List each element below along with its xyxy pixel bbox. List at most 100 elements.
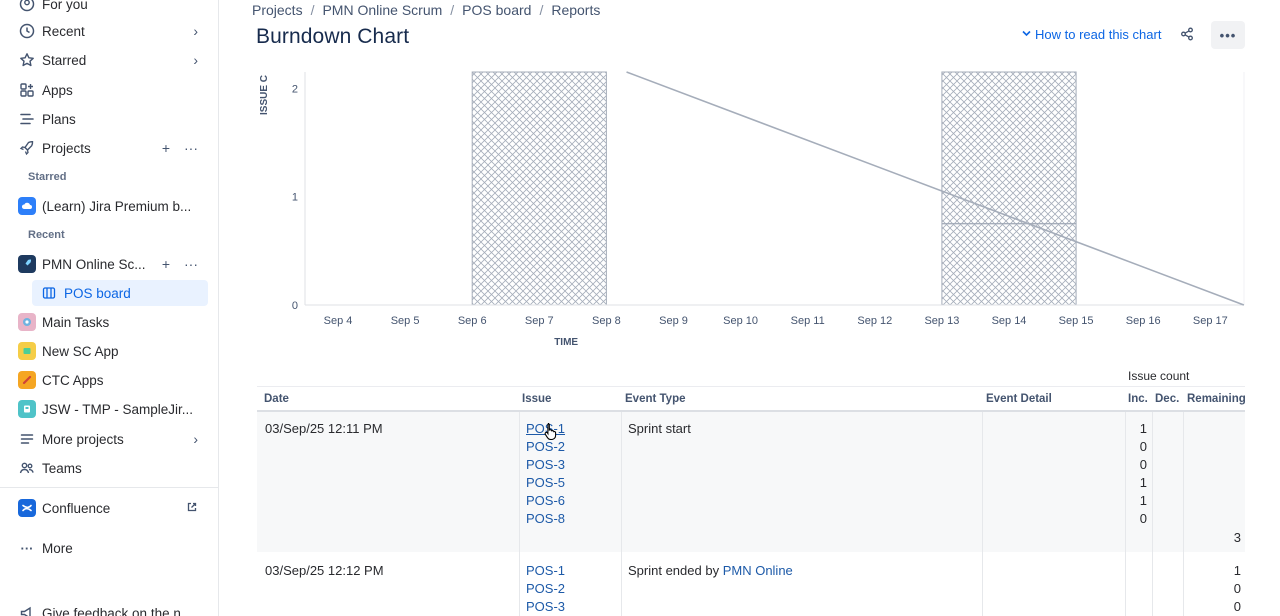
sidebar-project-new-sc-app[interactable]: New SC App: [10, 338, 208, 364]
event-type-text: Sprint ended by: [628, 563, 720, 578]
column-divider: [1183, 412, 1184, 616]
inc-value: 0: [1139, 511, 1147, 526]
project-avatar-icon: [18, 313, 36, 331]
plus-icon[interactable]: +: [162, 140, 170, 156]
sidebar-item-more-projects[interactable]: More projects ›: [10, 426, 208, 452]
x-tick-label: Sep 6: [458, 315, 487, 327]
sidebar-item-pos-board[interactable]: POS board: [32, 280, 208, 306]
sidebar-item-label: Recent: [42, 23, 85, 39]
remaining-value: 0: [1233, 599, 1241, 614]
sidebar-item-projects[interactable]: Projects + ···: [10, 135, 208, 161]
sidebar-item-label: Confluence: [42, 500, 111, 516]
remaining-value: 1: [1233, 563, 1241, 578]
user-link[interactable]: PMN Online: [723, 563, 793, 578]
sidebar-item-more[interactable]: ··· More: [10, 535, 208, 561]
sidebar-project-jsw-tmp[interactable]: JSW - TMP - SampleJir...: [10, 396, 208, 422]
breadcrumb: Projects / PMN Online Scrum / POS board …: [252, 2, 600, 18]
sidebar-item-confluence[interactable]: Confluence: [10, 495, 208, 521]
board-icon: [40, 284, 58, 302]
plus-icon[interactable]: +: [162, 256, 170, 272]
issue-link[interactable]: POS-5: [526, 475, 565, 490]
issue-link[interactable]: POS-2: [526, 581, 565, 596]
share-button[interactable]: [1172, 21, 1202, 49]
breadcrumb-projects[interactable]: Projects: [252, 2, 303, 18]
remaining-value: 3: [1233, 530, 1241, 545]
sidebar-project-learn-jira[interactable]: (Learn) Jira Premium b...: [10, 193, 208, 219]
x-tick-label: Sep 5: [391, 315, 420, 327]
x-tick-label: Sep 7: [525, 315, 554, 327]
how-to-read-chart-link[interactable]: How to read this chart: [1021, 27, 1161, 42]
issue-link[interactable]: POS-3: [526, 457, 565, 472]
sidebar-project-pmn-online-scrum[interactable]: PMN Online Sc... + ···: [10, 251, 208, 277]
sidebar: For you Recent › Starred › Apps Plans Pr…: [0, 0, 219, 616]
x-tick-label: Sep 14: [992, 315, 1027, 327]
column-header-remaining: Remaining: [1187, 393, 1246, 405]
issue-link[interactable]: POS-8: [526, 511, 565, 526]
row-date: 03/Sep/25 12:11 PM: [265, 421, 383, 436]
recent-heading: Recent: [28, 229, 65, 241]
burndown-chart: 0 1 2 Sep 4 Sep 5 Sep 6 Sep 7 Sep 8 Sep 9 Sep 10 S…: [259, 71, 1245, 348]
inc-value: 0: [1139, 457, 1147, 472]
chevron-right-icon[interactable]: ›: [193, 23, 198, 39]
column-header-event-type: Event Type: [625, 393, 686, 405]
issue-link[interactable]: POS-3: [526, 599, 565, 614]
y-tick-label: 1: [292, 192, 298, 204]
issue-link[interactable]: POS-1: [526, 563, 565, 578]
issue-link[interactable]: POS-2: [526, 439, 565, 454]
sidebar-item-starred[interactable]: Starred ›: [10, 47, 208, 73]
sidebar-item-label: More: [42, 540, 73, 556]
sidebar-item-label: (Learn) Jira Premium b...: [42, 198, 192, 214]
cloud-icon: [18, 197, 36, 215]
column-divider: [621, 412, 622, 616]
clock-icon: [18, 22, 36, 40]
issue-link[interactable]: POS-6: [526, 493, 565, 508]
sidebar-item-label: Main Tasks: [42, 314, 110, 330]
sidebar-item-teams[interactable]: Teams: [10, 455, 208, 481]
inc-value: 1: [1139, 493, 1147, 508]
sidebar-item-for-you[interactable]: For you: [10, 0, 208, 17]
sidebar-item-feedback[interactable]: Give feedback on the n...: [10, 600, 208, 616]
sidebar-item-label: Plans: [42, 111, 76, 127]
x-tick-label: Sep 17: [1193, 315, 1228, 327]
more-actions-button[interactable]: •••: [1211, 21, 1245, 49]
megaphone-icon: [18, 604, 36, 616]
sidebar-item-apps[interactable]: Apps: [10, 77, 208, 103]
issue-count-header: Issue count: [1128, 369, 1190, 383]
x-tick-label: Sep 16: [1126, 315, 1161, 327]
y-tick-label: 2: [292, 83, 298, 95]
chevron-down-icon: [1021, 27, 1032, 42]
more-icon[interactable]: ···: [184, 256, 198, 272]
breadcrumb-separator: /: [450, 2, 455, 18]
chevron-right-icon[interactable]: ›: [193, 52, 198, 68]
guideline-line: [626, 71, 1245, 306]
sidebar-item-plans[interactable]: Plans: [10, 106, 208, 132]
sidebar-item-label: Apps: [42, 82, 73, 98]
sidebar-item-label: Projects: [42, 140, 91, 156]
x-tick-label: Sep 4: [324, 315, 353, 327]
chevron-right-icon[interactable]: ›: [193, 431, 198, 447]
sidebar-item-label: Teams: [42, 460, 82, 476]
breadcrumb-reports[interactable]: Reports: [551, 2, 600, 18]
column-header-dec: Dec.: [1155, 393, 1180, 405]
breadcrumb-board[interactable]: POS board: [462, 2, 531, 18]
inc-value: 0: [1139, 439, 1147, 454]
x-axis-label: TIME: [554, 337, 578, 348]
sidebar-project-main-tasks[interactable]: Main Tasks: [10, 309, 208, 335]
external-link-icon[interactable]: [186, 500, 198, 516]
rocket-icon: [18, 139, 36, 157]
list-icon: [18, 430, 36, 448]
header-divider: [257, 386, 1245, 387]
sidebar-project-ctc-apps[interactable]: CTC Apps: [10, 367, 208, 393]
breadcrumb-project[interactable]: PMN Online Scrum: [322, 2, 442, 18]
more-icon: ···: [20, 540, 34, 556]
sidebar-item-label: PMN Online Sc...: [42, 256, 146, 272]
x-tick-label: Sep 13: [924, 315, 959, 327]
table-row: [257, 412, 1245, 552]
sidebar-item-recent[interactable]: Recent ›: [10, 18, 208, 44]
starred-heading: Starred: [28, 171, 67, 183]
more-icon[interactable]: ···: [184, 140, 198, 156]
sidebar-divider: [0, 487, 218, 488]
breadcrumb-separator: /: [310, 2, 315, 18]
plans-icon: [18, 110, 36, 128]
y-axis-label: ISSUE C: [259, 75, 270, 115]
